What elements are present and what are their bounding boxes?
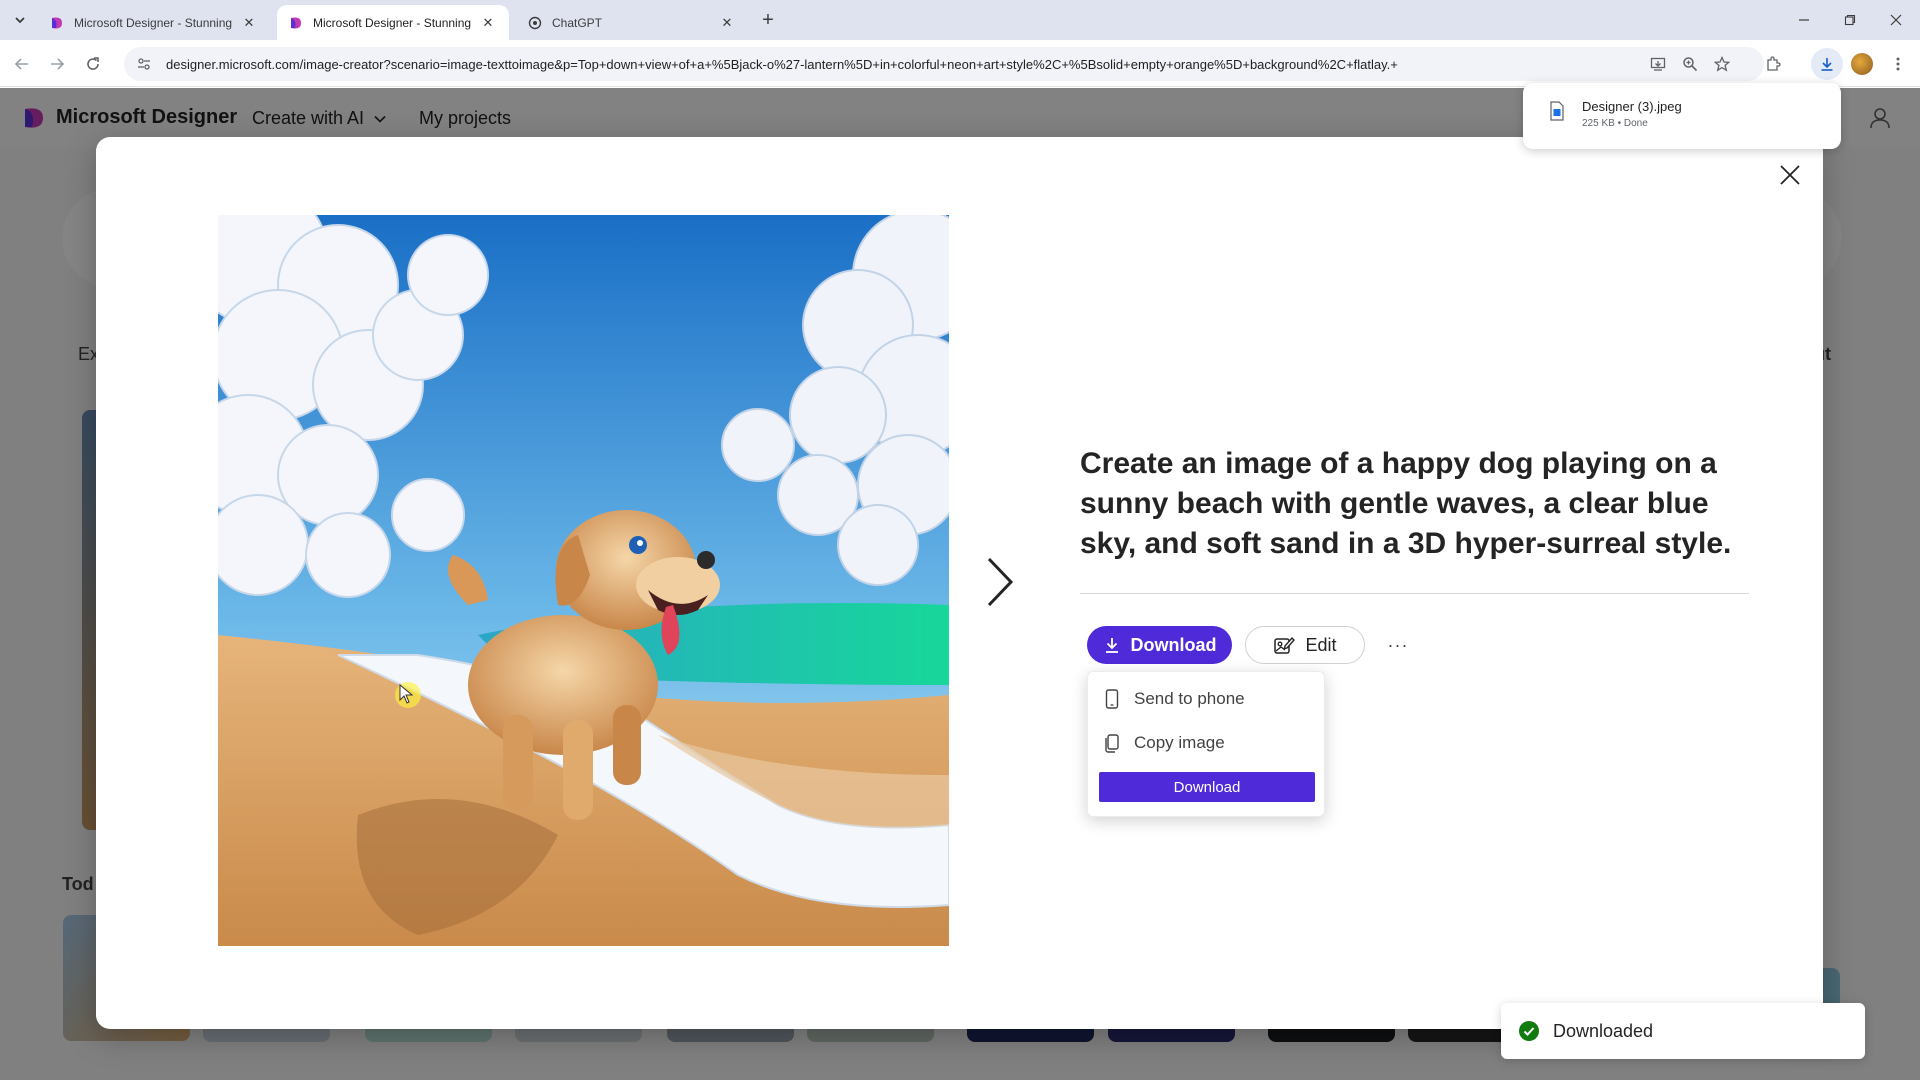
minimize-icon[interactable] bbox=[1781, 0, 1827, 40]
download-options-menu: Send to phone Copy image Download bbox=[1087, 671, 1325, 817]
generated-image-art bbox=[218, 215, 949, 946]
close-icon[interactable]: ✕ bbox=[718, 14, 736, 32]
next-image-button[interactable] bbox=[975, 552, 1025, 612]
browser-toolbar: designer.microsoft.com/image-creator?sce… bbox=[0, 40, 1920, 87]
restore-icon[interactable] bbox=[1827, 0, 1873, 40]
reload-icon[interactable] bbox=[79, 50, 107, 78]
extensions-icon[interactable] bbox=[1759, 50, 1787, 78]
menu-item-label: Copy image bbox=[1134, 733, 1225, 752]
menu-dots-icon[interactable] bbox=[1884, 50, 1912, 78]
browser-tabstrip: Microsoft Designer - Stunning ✕ Microsof… bbox=[0, 0, 1920, 40]
designer-favicon bbox=[52, 17, 62, 28]
plus-icon[interactable]: + bbox=[756, 8, 780, 32]
site-info-icon[interactable] bbox=[136, 56, 152, 72]
edit-button-label: Edit bbox=[1305, 634, 1337, 655]
download-file-meta: 225 KB • Done bbox=[1582, 118, 1648, 129]
download-bubble[interactable]: Designer (3).jpeg 225 KB • Done bbox=[1523, 83, 1841, 149]
close-icon[interactable]: ✕ bbox=[240, 14, 258, 32]
tab-search-icon[interactable] bbox=[8, 8, 32, 32]
toast-message: Downloaded bbox=[1553, 1020, 1654, 1041]
edit-icon bbox=[1274, 636, 1296, 654]
more-icon: ··· bbox=[1387, 634, 1409, 655]
generated-image[interactable] bbox=[218, 215, 949, 946]
download-button[interactable]: Download bbox=[1087, 626, 1232, 664]
mouse-cursor bbox=[395, 682, 421, 708]
phone-icon bbox=[1105, 689, 1119, 709]
tab-chatgpt[interactable]: ChatGPT ✕ bbox=[516, 5, 748, 40]
tab-designer-2[interactable]: Microsoft Designer - Stunning ✕ bbox=[277, 5, 509, 40]
file-icon bbox=[1550, 101, 1564, 121]
tab-title: ChatGPT bbox=[552, 15, 603, 30]
tab-designer-1[interactable]: Microsoft Designer - Stunning ✕ bbox=[38, 5, 270, 40]
download-icon bbox=[1105, 638, 1118, 653]
tab-title: Microsoft Designer - Stunning bbox=[313, 15, 472, 30]
more-options-button[interactable]: ··· bbox=[1383, 631, 1413, 659]
star-icon[interactable] bbox=[1708, 50, 1736, 78]
zoom-icon[interactable] bbox=[1676, 50, 1704, 78]
tab-title: Microsoft Designer - Stunning bbox=[74, 15, 233, 30]
install-app-icon[interactable] bbox=[1644, 50, 1672, 78]
address-bar[interactable]: designer.microsoft.com/image-creator?sce… bbox=[124, 47, 1764, 81]
menu-item-send-to-phone[interactable]: Send to phone bbox=[1104, 686, 1245, 712]
chatgpt-favicon bbox=[528, 16, 542, 29]
check-circle-icon bbox=[1519, 1021, 1539, 1041]
back-icon[interactable] bbox=[8, 50, 36, 78]
edit-button[interactable]: Edit bbox=[1245, 626, 1365, 664]
download-button-label: Download bbox=[1130, 634, 1217, 655]
forward-icon[interactable] bbox=[43, 50, 71, 78]
menu-item-copy-image[interactable]: Copy image bbox=[1104, 730, 1225, 756]
download-icon[interactable] bbox=[1811, 48, 1843, 80]
profile-avatar[interactable] bbox=[1851, 53, 1873, 75]
designer-favicon bbox=[291, 17, 301, 28]
close-icon[interactable] bbox=[1770, 155, 1810, 195]
url-text: designer.microsoft.com/image-creator?sce… bbox=[166, 56, 1398, 72]
chevron-right-icon bbox=[987, 557, 1014, 607]
download-file-name[interactable]: Designer (3).jpeg bbox=[1582, 99, 1682, 114]
divider bbox=[1080, 593, 1749, 594]
close-window-icon[interactable] bbox=[1873, 0, 1919, 40]
downloaded-toast: Downloaded bbox=[1501, 1003, 1865, 1059]
close-icon[interactable]: ✕ bbox=[479, 14, 497, 32]
menu-download-button[interactable]: Download bbox=[1099, 772, 1315, 802]
menu-item-label: Send to phone bbox=[1134, 689, 1245, 708]
image-prompt-text: Create an image of a happy dog playing o… bbox=[1080, 447, 1732, 560]
copy-icon bbox=[1105, 734, 1119, 753]
